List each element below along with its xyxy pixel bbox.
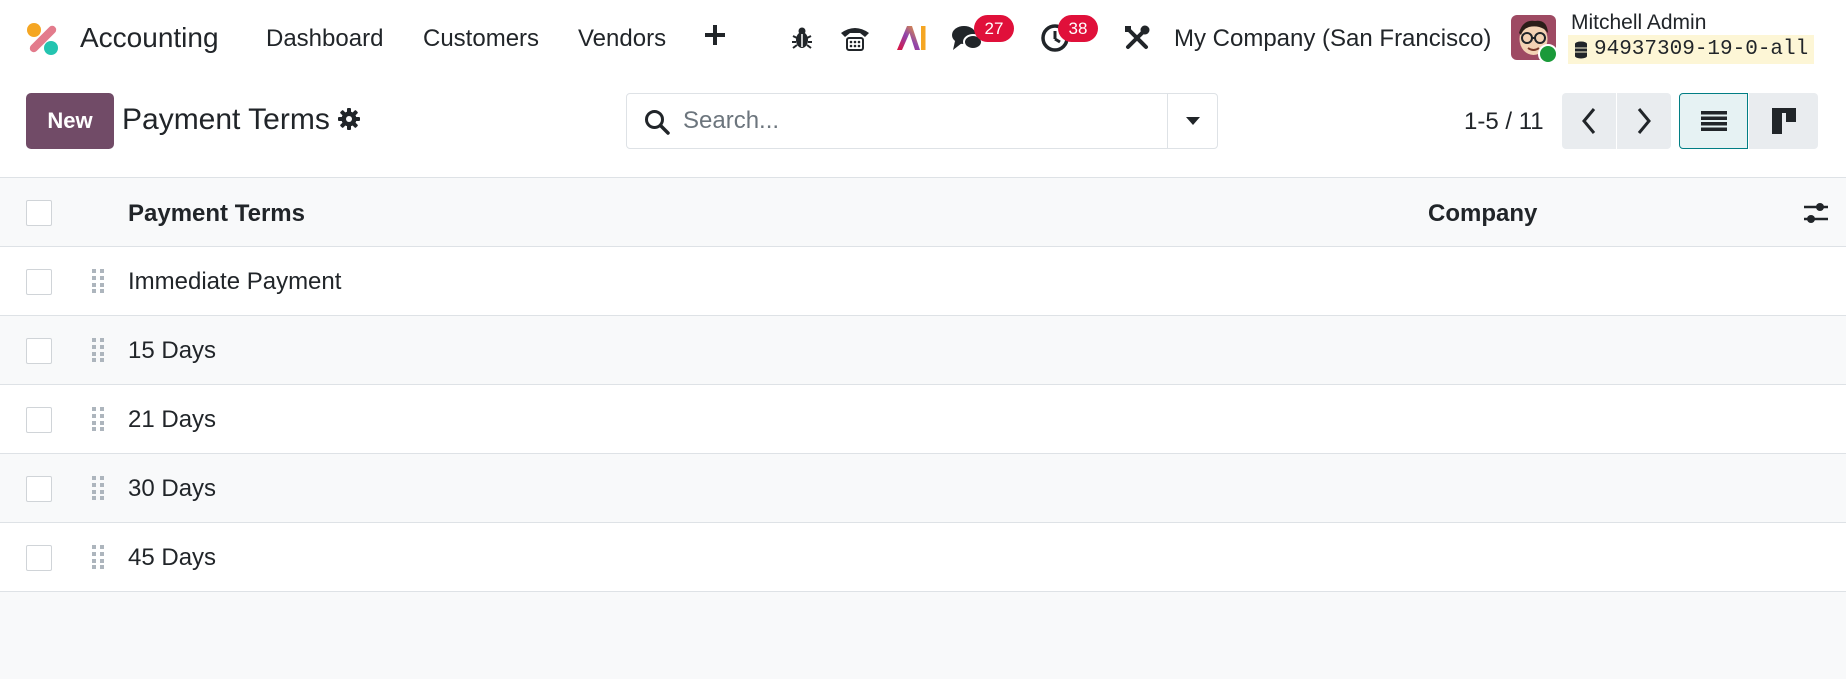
- pager-next-button[interactable]: [1617, 93, 1671, 149]
- list-view-button[interactable]: [1679, 93, 1748, 149]
- user-name[interactable]: Mitchell Admin: [1571, 11, 1706, 35]
- page-title: Payment Terms: [122, 103, 330, 136]
- search-box: [626, 93, 1218, 149]
- bug-icon[interactable]: [785, 21, 819, 55]
- kanban-view-button[interactable]: [1749, 93, 1818, 149]
- database-tag: 94937309-19-0-all: [1568, 35, 1815, 64]
- presence-indicator: [1538, 44, 1558, 64]
- drag-handle-icon[interactable]: [91, 475, 105, 501]
- list-header: Payment Terms Company: [0, 178, 1846, 247]
- row-checkbox[interactable]: [26, 269, 52, 295]
- table-row[interactable]: Immediate Payment: [0, 247, 1846, 316]
- menu-customers[interactable]: Customers: [423, 25, 539, 53]
- drag-handle-icon[interactable]: [91, 337, 105, 363]
- caret-down-icon: [1185, 117, 1200, 125]
- new-button[interactable]: New: [26, 93, 114, 149]
- payment-term-name: 30 Days: [128, 475, 217, 502]
- list-view: Payment Terms Company Immediate Payment …: [0, 178, 1846, 592]
- pager-previous-button[interactable]: [1562, 93, 1616, 149]
- chevron-left-icon: [1582, 108, 1596, 134]
- payment-term-name: 45 Days: [128, 544, 217, 571]
- drag-handle-icon[interactable]: [91, 544, 105, 570]
- row-checkbox[interactable]: [26, 476, 52, 502]
- search-options-toggle[interactable]: [1167, 94, 1217, 148]
- column-header-company[interactable]: Company: [1428, 200, 1537, 228]
- row-checkbox[interactable]: [26, 338, 52, 364]
- payment-term-name: 21 Days: [128, 406, 217, 433]
- database-icon: [1575, 41, 1587, 58]
- ai-icon[interactable]: [894, 21, 928, 55]
- company-switcher[interactable]: My Company (San Francisco): [1174, 25, 1491, 53]
- payment-term-name: 15 Days: [128, 337, 217, 364]
- row-checkbox[interactable]: [26, 545, 52, 571]
- select-all-checkbox[interactable]: [26, 200, 52, 226]
- control-panel: New Payment Terms 1-5 / 11: [0, 77, 1846, 178]
- table-row[interactable]: 15 Days: [0, 316, 1846, 385]
- plus-icon[interactable]: [703, 23, 727, 47]
- table-row[interactable]: 30 Days: [0, 454, 1846, 523]
- menu-dashboard[interactable]: Dashboard: [266, 25, 383, 53]
- column-header-payment-terms[interactable]: Payment Terms: [128, 200, 305, 228]
- messages-badge: 27: [974, 15, 1014, 42]
- table-row[interactable]: 45 Days: [0, 523, 1846, 592]
- chevron-right-icon: [1637, 108, 1651, 134]
- phone-icon[interactable]: [838, 21, 872, 55]
- table-row[interactable]: 21 Days: [0, 385, 1846, 454]
- column-settings-icon[interactable]: [1802, 200, 1830, 226]
- search-icon: [645, 110, 670, 135]
- payment-term-name: Immediate Payment: [128, 268, 342, 295]
- kanban-view-icon: [1771, 108, 1796, 134]
- app-logo-icon[interactable]: [24, 20, 62, 58]
- menu-vendors[interactable]: Vendors: [578, 25, 666, 53]
- app-name[interactable]: Accounting: [80, 22, 219, 54]
- row-checkbox[interactable]: [26, 407, 52, 433]
- database-name: 94937309-19-0-all: [1594, 38, 1809, 61]
- list-view-icon: [1700, 111, 1727, 131]
- search-input[interactable]: [683, 104, 1153, 138]
- gear-icon[interactable]: [338, 108, 360, 130]
- drag-handle-icon[interactable]: [91, 268, 105, 294]
- drag-handle-icon[interactable]: [91, 406, 105, 432]
- tools-icon[interactable]: [1120, 21, 1154, 55]
- top-navbar: Accounting Dashboard Customers Vendors 2…: [0, 0, 1846, 77]
- pager-value[interactable]: 1-5 / 11: [1464, 108, 1544, 136]
- activities-badge: 38: [1058, 15, 1098, 42]
